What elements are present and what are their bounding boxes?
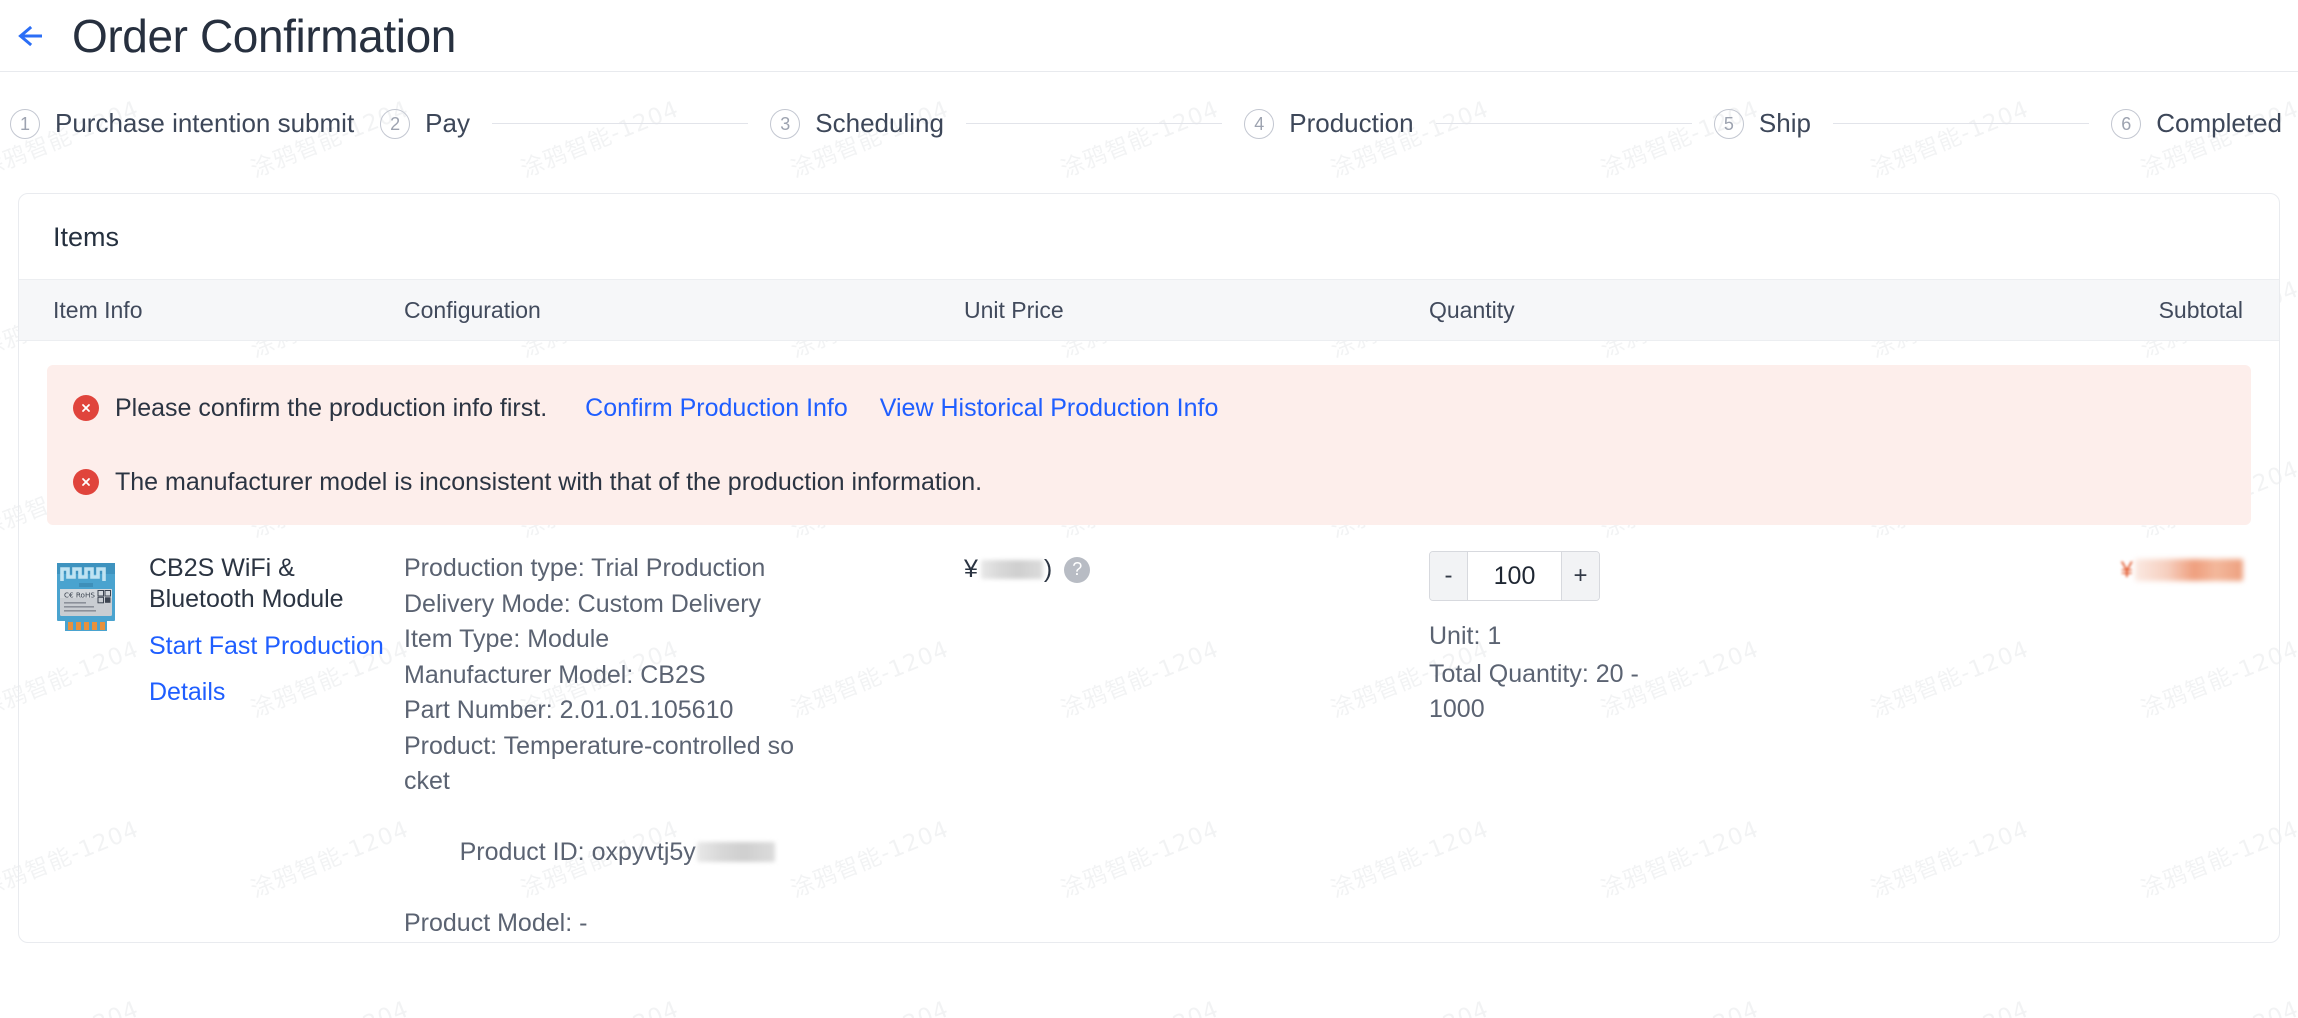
items-card-title: Items	[53, 222, 120, 252]
step-label: Ship	[1758, 108, 1811, 138]
quantity-increment-button[interactable]: +	[1561, 552, 1599, 600]
masked-product-id	[696, 842, 775, 862]
column-header-subtotal: Subtotal	[2158, 296, 2243, 323]
watermark-text: 涂鸦智能-1204	[245, 990, 413, 1018]
back-button[interactable]	[14, 14, 58, 58]
question-mark-icon[interactable]: ?	[1064, 556, 1091, 583]
alert-message: Please confirm the production info first…	[115, 393, 548, 422]
watermark-text: 涂鸦智能-1204	[515, 990, 683, 1018]
config-product: Product: Temperature-controlled so cket	[404, 731, 795, 796]
masked-subtotal	[2135, 559, 2243, 581]
page-title: Order Confirmation	[72, 9, 456, 62]
column-header-item-info: Item Info	[53, 296, 143, 323]
step-number: 2	[380, 108, 411, 139]
step-connector	[491, 122, 749, 125]
quantity-unit-note: Unit: 1	[1429, 622, 1502, 650]
items-table-header: Item Info Configuration Unit Price Quant…	[19, 279, 2279, 341]
step-pay[interactable]: 2 Pay	[380, 108, 470, 139]
step-production[interactable]: 4 Production	[1244, 108, 1414, 139]
step-connector	[965, 122, 1223, 125]
error-circle-icon	[73, 469, 99, 495]
step-label: Production	[1289, 108, 1414, 138]
step-number: 5	[1713, 108, 1744, 139]
step-number: 3	[770, 108, 801, 139]
step-number: 4	[1244, 108, 1275, 139]
step-scheduling[interactable]: 3 Scheduling	[770, 108, 944, 139]
item-name: CB2S WiFi & Bluetooth Module	[149, 554, 344, 614]
item-meta: CB2S WiFi & Bluetooth Module Start Fast …	[149, 551, 399, 709]
config-delivery-mode: Delivery Mode: Custom Delivery	[404, 589, 762, 618]
arrow-left-icon	[16, 21, 56, 51]
cell-quantity: - + Unit: 1 Total Quantity: 20 - 1000	[1429, 551, 1934, 728]
step-completed[interactable]: 6 Completed	[2111, 108, 2282, 139]
watermark-text: 涂鸦智能-1204	[785, 990, 953, 1018]
config-product-id: Product ID: oxpyvtj5y	[404, 800, 924, 907]
order-progress-steps: 1 Purchase intention submit 2 Pay 3 Sche…	[0, 72, 2298, 175]
masked-unit-price	[980, 560, 1043, 579]
config-part-number: Part Number: 2.01.01.105610	[404, 696, 734, 724]
step-connector	[1832, 122, 2090, 125]
page-header: Order Confirmation	[0, 0, 2298, 71]
step-number: 6	[2111, 108, 2142, 139]
config-product-model: Product Model: -	[404, 909, 588, 937]
table-row: C€ RoHS CB2S WiFi & Bluetooth Module Sta…	[19, 525, 2279, 942]
svg-text:C€ RoHS: C€ RoHS	[64, 590, 95, 599]
watermark-text: 涂鸦智能-1204	[2135, 990, 2298, 1018]
error-circle-icon	[73, 395, 99, 421]
quantity-decrement-button[interactable]: -	[1430, 552, 1468, 600]
details-link[interactable]: Details	[149, 676, 399, 709]
alert-message: The manufacturer model is inconsistent w…	[115, 467, 983, 496]
start-fast-production-link[interactable]: Start Fast Production	[149, 630, 399, 663]
subtotal-value: ¥	[2121, 557, 2243, 583]
quantity-stepper[interactable]: - +	[1429, 551, 1600, 601]
step-purchase-intention-submit[interactable]: 1 Purchase intention submit	[10, 108, 354, 139]
watermark-text: 涂鸦智能-1204	[0, 990, 143, 1018]
cell-unit-price: ¥ ) ?	[964, 551, 1429, 584]
watermark-text: 涂鸦智能-1204	[1325, 990, 1493, 1018]
quantity-total-note: Total Quantity: 20 - 1000	[1429, 659, 1639, 724]
config-manufacturer-model: Manufacturer Model: CB2S	[404, 660, 706, 689]
product-image: C€ RoHS	[53, 559, 119, 635]
step-number: 1	[10, 108, 40, 139]
config-product-id-text: Product ID: oxpyvtj5y	[459, 838, 696, 866]
step-ship[interactable]: 5 Ship	[1713, 108, 1811, 139]
step-label: Completed	[2156, 108, 2282, 138]
alert-banner: Please confirm the production info first…	[47, 365, 2251, 525]
currency-symbol: ¥	[964, 555, 978, 583]
view-historical-production-info-link[interactable]: View Historical Production Info	[880, 394, 1219, 423]
step-label: Purchase intention submit	[55, 108, 355, 138]
quantity-input[interactable]	[1468, 552, 1561, 600]
watermark-text: 涂鸦智能-1204	[1595, 990, 1763, 1018]
config-production-type: Production type: Trial Production	[404, 554, 766, 582]
watermark-text: 涂鸦智能-1204	[1865, 990, 2033, 1018]
alert-row-confirm-production: Please confirm the production info first…	[73, 387, 2225, 429]
cell-subtotal: ¥	[1934, 551, 2279, 583]
cell-configuration: Production type: Trial Production Delive…	[404, 551, 964, 942]
column-header-unit-price: Unit Price	[964, 296, 1064, 323]
column-header-configuration: Configuration	[404, 296, 541, 323]
confirm-production-info-link[interactable]: Confirm Production Info	[585, 394, 848, 423]
unit-price-trailing: )	[1043, 555, 1053, 583]
step-connector	[1435, 122, 1692, 125]
column-header-quantity: Quantity	[1429, 296, 1515, 323]
alert-row-model-inconsistent: The manufacturer model is inconsistent w…	[73, 461, 2225, 503]
items-card: Items Item Info Configuration Unit Price…	[18, 193, 2280, 943]
subtotal-currency-symbol: ¥	[2120, 557, 2133, 582]
watermark-text: 涂鸦智能-1204	[1055, 990, 1223, 1018]
cell-item-info: C€ RoHS CB2S WiFi & Bluetooth Module Sta…	[19, 551, 404, 709]
step-label: Pay	[425, 108, 470, 138]
config-item-type: Item Type: Module	[404, 625, 610, 653]
step-label: Scheduling	[815, 108, 944, 138]
